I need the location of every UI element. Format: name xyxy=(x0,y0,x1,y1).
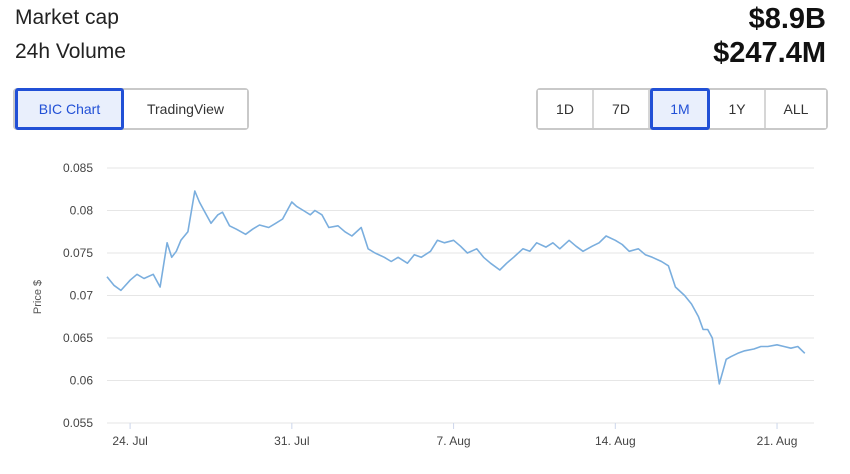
chart-type-toggle: BIC Chart TradingView xyxy=(13,88,249,130)
x-axis: 24. Jul 31. Jul 7. Aug 14. Aug 21. Aug xyxy=(112,423,797,448)
range-1m-button[interactable]: 1M xyxy=(650,88,710,130)
range-1y-button[interactable]: 1Y xyxy=(710,90,766,128)
range-all-button[interactable]: ALL xyxy=(766,90,826,128)
x-tick-label: 7. Aug xyxy=(437,434,471,448)
x-tick-label: 14. Aug xyxy=(595,434,636,448)
y-tick-label: 0.075 xyxy=(63,246,93,260)
market-cap-value: $8.9B xyxy=(748,3,826,35)
bic-chart-button[interactable]: BIC Chart xyxy=(15,88,124,130)
range-7d-button[interactable]: 7D xyxy=(594,90,650,128)
y-axis-label: Price $ xyxy=(32,280,44,314)
time-range-selector: 1D 7D 1M 1Y ALL xyxy=(536,88,828,130)
volume-value: $247.4M xyxy=(713,37,826,69)
volume-label: 24h Volume xyxy=(15,40,126,63)
x-tick-label: 31. Jul xyxy=(274,434,309,448)
y-tick-label: 0.085 xyxy=(63,161,93,175)
price-chart: 0.085 0.08 0.075 0.07 0.065 0.06 0.055 24. Jul… xyxy=(32,161,814,448)
y-tick-label: 0.08 xyxy=(70,204,94,218)
y-tick-label: 0.055 xyxy=(63,416,93,430)
tradingview-button[interactable]: TradingView xyxy=(124,90,247,128)
range-1d-button[interactable]: 1D xyxy=(538,90,594,128)
price-series-line xyxy=(106,190,806,385)
y-tick-label: 0.065 xyxy=(63,331,93,345)
chart-grid xyxy=(107,167,814,424)
y-tick-label: 0.07 xyxy=(70,289,94,303)
market-cap-label: Market cap xyxy=(15,6,119,29)
x-tick-label: 21. Aug xyxy=(757,434,798,448)
y-axis: 0.085 0.08 0.075 0.07 0.065 0.06 0.055 xyxy=(63,161,93,430)
x-tick-label: 24. Jul xyxy=(112,434,147,448)
y-tick-label: 0.06 xyxy=(70,374,94,388)
